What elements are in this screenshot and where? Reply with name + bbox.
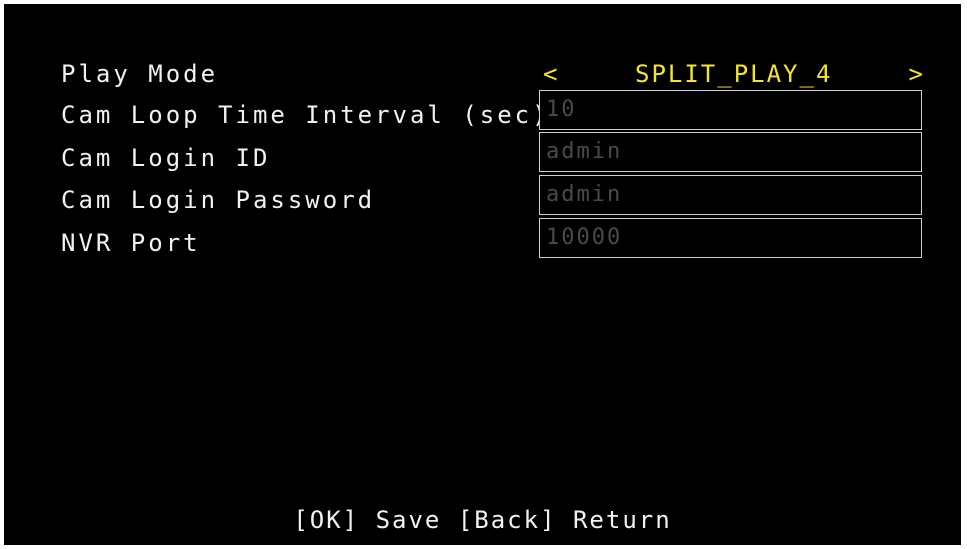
login-id-value: admin xyxy=(546,139,623,164)
nvr-port-label: NVR Port xyxy=(61,229,201,257)
nvr-port-value: 10000 xyxy=(546,225,623,250)
loop-interval-value: 10 xyxy=(546,97,577,122)
login-password-label: Cam Login Password xyxy=(61,186,376,214)
loop-interval-label: Cam Loop Time Interval (sec) xyxy=(61,101,550,129)
previous-option-button[interactable]: < xyxy=(543,59,557,89)
login-password-field[interactable]: admin xyxy=(539,175,922,215)
loop-interval-field[interactable]: 10 xyxy=(539,90,922,130)
play-mode-label: Play Mode xyxy=(61,60,219,88)
next-option-button[interactable]: > xyxy=(909,59,923,89)
play-mode-value: SPLIT_PLAY_4 xyxy=(635,60,833,88)
screen: Play Mode < SPLIT_PLAY_4 > Cam Loop Time… xyxy=(0,0,967,549)
footer-hint: [OK] Save [Back] Return xyxy=(293,506,672,534)
play-mode-selector[interactable]: < SPLIT_PLAY_4 > xyxy=(539,59,927,89)
nvr-port-field[interactable]: 10000 xyxy=(539,218,922,258)
login-password-value: admin xyxy=(546,182,623,207)
settings-panel: Play Mode < SPLIT_PLAY_4 > Cam Loop Time… xyxy=(4,4,961,545)
login-id-label: Cam Login ID xyxy=(61,144,271,172)
login-id-field[interactable]: admin xyxy=(539,132,922,172)
